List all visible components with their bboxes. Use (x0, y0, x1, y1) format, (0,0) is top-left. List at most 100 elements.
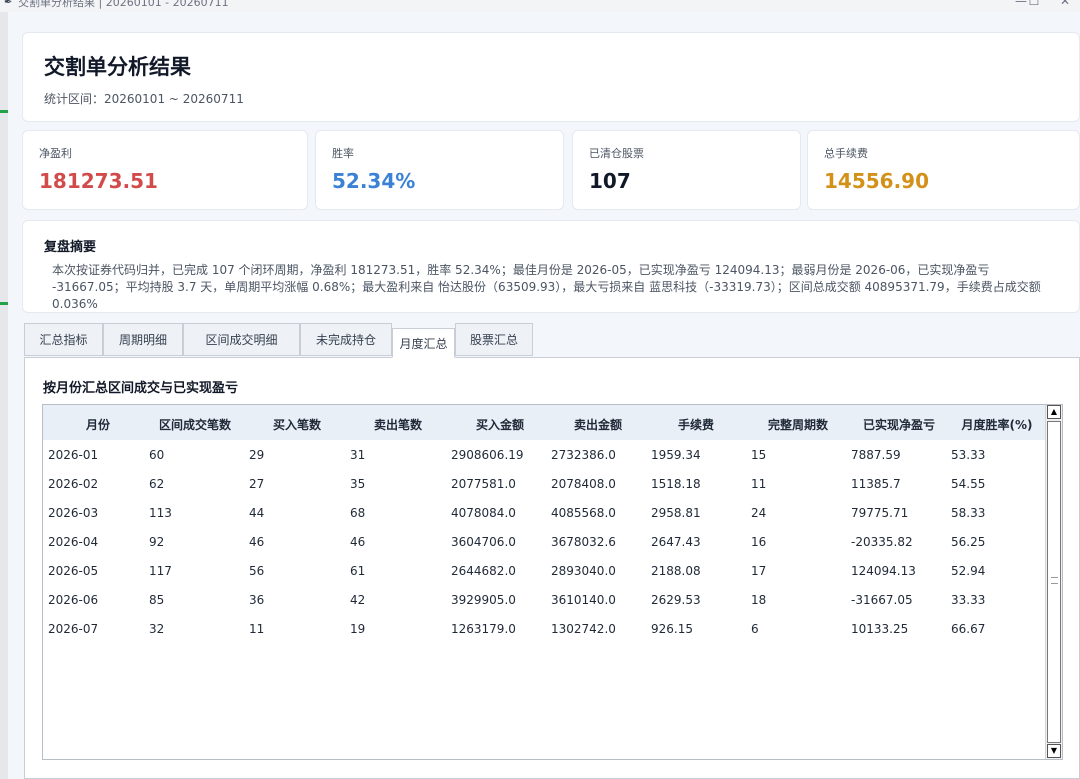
cell-fee: 2188.08 (651, 564, 701, 578)
cell-fee: 2629.53 (651, 593, 701, 607)
cell-net-pnl: 7887.59 (851, 448, 901, 462)
column-header[interactable]: 卖出金额 (553, 416, 643, 433)
cell-month: 2026-03 (48, 506, 99, 520)
cell-cycles: 18 (751, 593, 767, 607)
table-row[interactable]: 2026-01 60 29 31 2908606.19 2732386.0 19… (43, 441, 1047, 470)
column-header[interactable]: 月份 (63, 416, 133, 433)
cell-trade-count: 32 (149, 622, 165, 636)
date-range-text: 统计区间：20260101 ~ 20260711 (44, 92, 244, 106)
cell-buy-amount: 3604706.0 (451, 535, 516, 549)
cell-net-pnl: -20335.82 (851, 535, 913, 549)
background-window-edge (0, 12, 8, 779)
page-title: 交割单分析结果 (44, 55, 191, 79)
cell-trade-count: 62 (149, 477, 165, 491)
cell-month: 2026-07 (48, 622, 99, 636)
scroll-down-arrow-icon[interactable]: ▼ (1047, 744, 1061, 758)
cell-trade-count: 60 (149, 448, 165, 462)
maximize-button[interactable]: ☐ (1019, 0, 1049, 8)
cell-sell-amount: 2732386.0 (551, 448, 616, 462)
cell-trade-count: 113 (149, 506, 172, 520)
cell-cycles: 11 (751, 477, 767, 491)
column-header[interactable]: 已实现净盈亏 (851, 416, 947, 433)
cell-buy-amount: 1263179.0 (451, 622, 516, 636)
cell-month: 2026-05 (48, 564, 99, 578)
table-row[interactable]: 2026-07 32 11 19 1263179.0 1302742.0 926… (43, 615, 1047, 644)
cell-cycles: 6 (751, 622, 759, 636)
vertical-scrollbar[interactable]: ▲ ▼ (1045, 405, 1062, 759)
cell-sell-count: 68 (350, 506, 366, 520)
scroll-grip-icon (1051, 577, 1058, 584)
monthly-table: 月份 区间成交笔数 买入笔数 卖出笔数 买入金额 卖出金额 手续费 完整周期数 … (42, 404, 1063, 760)
cell-buy-amount: 4078084.0 (451, 506, 516, 520)
column-header[interactable]: 完整周期数 (753, 416, 843, 433)
table-row[interactable]: 2026-04 92 46 46 3604706.0 3678032.6 264… (43, 528, 1047, 557)
table-row[interactable]: 2026-05 117 56 61 2644682.0 2893040.0 21… (43, 557, 1047, 586)
tab-stock-summary[interactable]: 股票汇总 (455, 323, 533, 356)
stat-value: 52.34% (332, 169, 416, 193)
column-header[interactable]: 买入金额 (455, 416, 545, 433)
stat-value: 107 (589, 169, 631, 193)
cell-sell-amount: 3678032.6 (551, 535, 616, 549)
tab-cycle-details[interactable]: 周期明细 (103, 323, 183, 356)
cell-buy-amount: 2077581.0 (451, 477, 516, 491)
column-header[interactable]: 区间成交笔数 (147, 416, 243, 433)
summary-title: 复盘摘要 (44, 240, 97, 255)
close-button[interactable]: ✕ (1050, 0, 1080, 8)
stat-card-win-rate: 胜率 52.34% (315, 130, 564, 210)
cell-month: 2026-06 (48, 593, 99, 607)
stat-value: 181273.51 (39, 169, 158, 193)
cell-fee: 926.15 (651, 622, 693, 636)
tab-trade-details[interactable]: 区间成交明细 (183, 323, 300, 356)
scroll-thumb[interactable] (1047, 421, 1061, 743)
cell-buy-count: 56 (249, 564, 265, 578)
cell-sell-amount: 4085568.0 (551, 506, 616, 520)
stat-value: 14556.90 (824, 169, 930, 193)
cell-sell-count: 31 (350, 448, 366, 462)
scroll-up-arrow-icon[interactable]: ▲ (1047, 405, 1061, 419)
cell-win-rate: 66.67 (951, 622, 986, 636)
column-header[interactable]: 月度胜率(%) (953, 416, 1041, 433)
stat-card-net-profit: 净盈利 181273.51 (22, 130, 308, 210)
cell-net-pnl: 79775.71 (851, 506, 909, 520)
stat-label: 胜率 (332, 147, 354, 160)
cell-net-pnl: 11385.7 (851, 477, 901, 491)
column-header[interactable]: 卖出笔数 (353, 416, 443, 433)
cell-sell-count: 42 (350, 593, 366, 607)
window-titlebar: ✒ 交割单分析结果 | 20260101 - 20260711 — ☐ ✕ (0, 0, 1080, 12)
header-card: 交割单分析结果 统计区间：20260101 ~ 20260711 (22, 32, 1080, 122)
cell-net-pnl: -31667.05 (851, 593, 913, 607)
column-header[interactable]: 手续费 (653, 416, 739, 433)
table-row[interactable]: 2026-02 62 27 35 2077581.0 2078408.0 151… (43, 470, 1047, 499)
cell-win-rate: 54.55 (951, 477, 986, 491)
cell-buy-count: 11 (249, 622, 265, 636)
cell-buy-count: 46 (249, 535, 265, 549)
cell-trade-count: 92 (149, 535, 165, 549)
cell-buy-count: 29 (249, 448, 265, 462)
cell-buy-count: 36 (249, 593, 265, 607)
cell-trade-count: 85 (149, 593, 165, 607)
cell-buy-amount: 2644682.0 (451, 564, 516, 578)
background-accent (0, 302, 8, 305)
cell-sell-count: 61 (350, 564, 366, 578)
cell-win-rate: 53.33 (951, 448, 986, 462)
stat-label: 净盈利 (39, 147, 72, 160)
panel-title: 按月份汇总区间成交与已实现盈亏 (43, 381, 239, 396)
tab-summary-metrics[interactable]: 汇总指标 (24, 323, 103, 356)
table-row[interactable]: 2026-03 113 44 68 4078084.0 4085568.0 29… (43, 499, 1047, 528)
cell-sell-amount: 2893040.0 (551, 564, 616, 578)
cell-net-pnl: 10133.25 (851, 622, 909, 636)
stat-label: 已清仓股票 (589, 147, 644, 160)
cell-net-pnl: 124094.13 (851, 564, 916, 578)
window-title: 交割单分析结果 | 20260101 - 20260711 (18, 0, 229, 9)
table-row[interactable]: 2026-06 85 36 42 3929905.0 3610140.0 262… (43, 586, 1047, 615)
tab-monthly-summary[interactable]: 月度汇总 (392, 328, 455, 358)
column-header[interactable]: 买入笔数 (253, 416, 341, 433)
cell-trade-count: 117 (149, 564, 172, 578)
cell-buy-amount: 2908606.19 (451, 448, 524, 462)
monthly-summary-panel: 按月份汇总区间成交与已实现盈亏 月份 区间成交笔数 买入笔数 卖出笔数 买入金额… (24, 357, 1080, 779)
cell-sell-amount: 3610140.0 (551, 593, 616, 607)
cell-month: 2026-02 (48, 477, 99, 491)
cell-buy-count: 44 (249, 506, 265, 520)
cell-cycles: 17 (751, 564, 767, 578)
tab-open-positions[interactable]: 未完成持仓 (300, 323, 392, 356)
